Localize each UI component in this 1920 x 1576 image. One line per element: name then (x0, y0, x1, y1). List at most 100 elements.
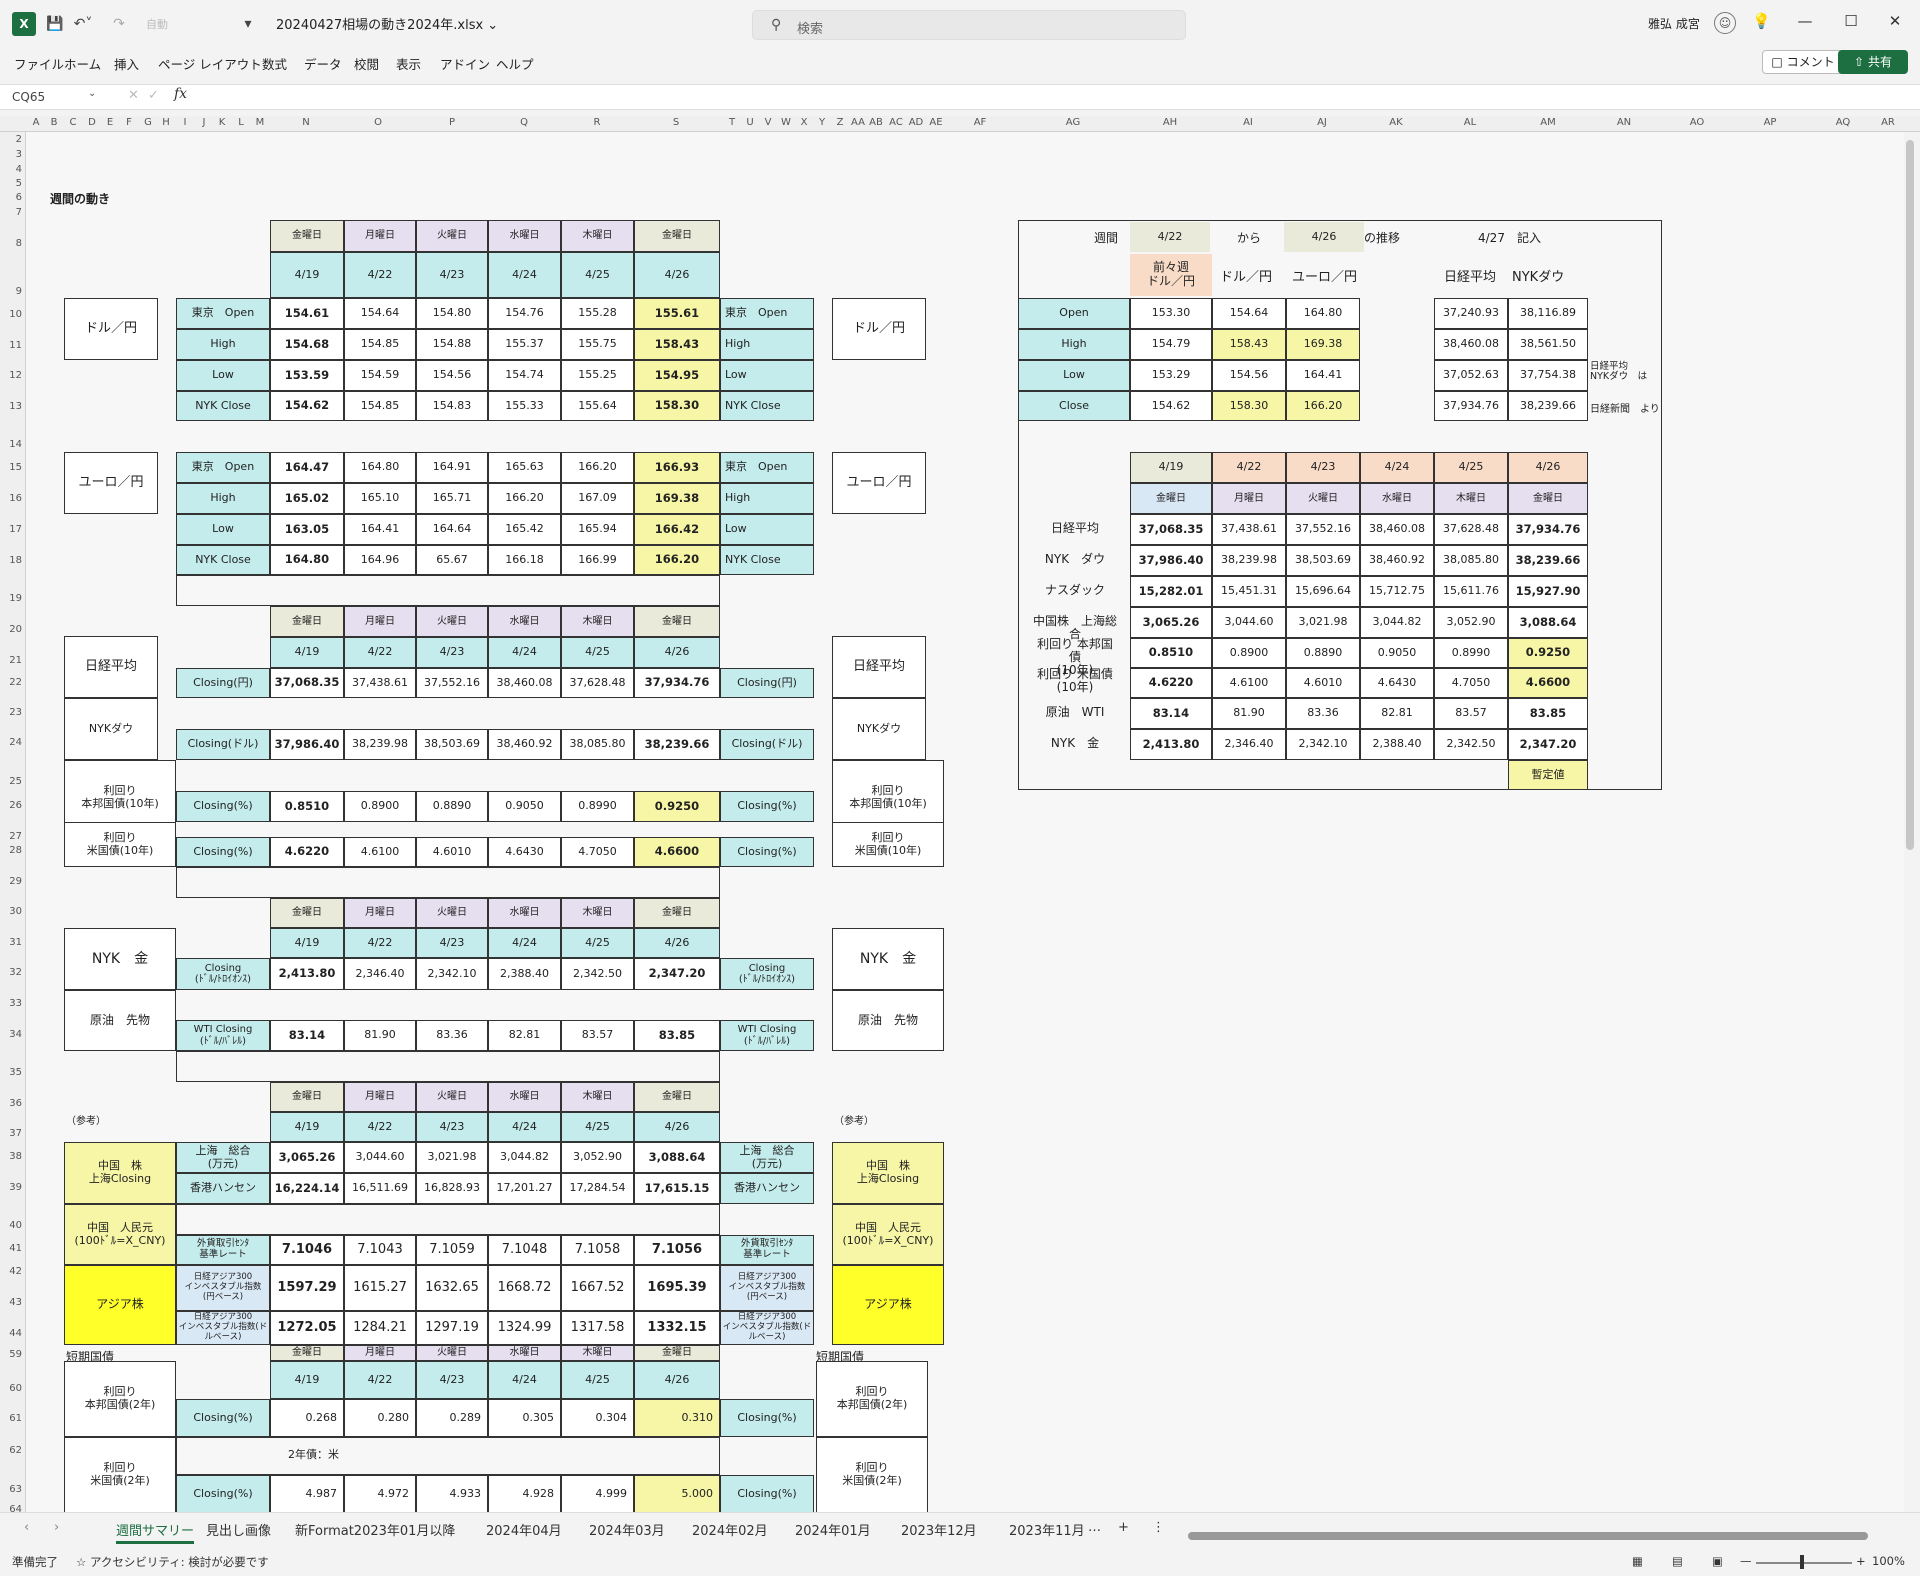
summary-table-cell[interactable]: 83.85 (1508, 698, 1588, 729)
value-cell[interactable]: 166.20 (561, 452, 634, 483)
value-cell[interactable]: 165.63 (488, 452, 561, 483)
date-header[interactable]: 4/26 (634, 1361, 720, 1399)
date-header[interactable]: 4/22 (344, 1361, 416, 1399)
row-header[interactable]: 34 (0, 1029, 22, 1040)
summary-table-cell[interactable]: 15,696.64 (1286, 576, 1360, 607)
value-cell[interactable]: 7.1048 (488, 1235, 561, 1265)
zoom-out-icon[interactable]: — (1740, 1554, 1752, 1568)
closing-label[interactable]: Closing(%) (176, 837, 270, 867)
row-header[interactable]: 62 (0, 1445, 22, 1456)
closing-label-right[interactable]: Closing(%) (720, 1475, 814, 1513)
value-cell[interactable]: 155.25 (561, 360, 634, 391)
row-header[interactable]: 20 (0, 624, 22, 635)
fx-row-label[interactable]: High (176, 483, 270, 514)
maximize-icon[interactable]: ☐ (1836, 12, 1866, 30)
value-cell[interactable]: 3,044.82 (488, 1142, 561, 1173)
label-ust10[interactable]: 利回り 米国債(10年) (64, 822, 176, 867)
label-nikkei-right[interactable]: 日経平均 (832, 636, 926, 698)
close-icon[interactable]: ✕ (1880, 12, 1910, 30)
row-header[interactable]: 12 (0, 370, 22, 381)
closing-label[interactable]: Closing(%) (176, 1475, 270, 1513)
label-nyk-dow-right[interactable]: NYKダウ (832, 698, 926, 760)
cny-rate-label[interactable]: 外貨取引ｾﾝﾀ 基準レート (176, 1235, 270, 1265)
day-header[interactable]: 火曜日 (416, 220, 488, 252)
provisional-badge[interactable]: 暫定値 (1508, 760, 1588, 790)
value-cell[interactable]: 1632.65 (416, 1265, 488, 1311)
search-box[interactable]: ⚲ 検索 (752, 10, 1186, 40)
window-title[interactable]: 20240427相場の動き2024年.xlsx ⌄ (276, 14, 498, 33)
normal-view-icon[interactable]: ▦ (1632, 1554, 1643, 1568)
value-cell[interactable]: 154.61 (270, 298, 344, 329)
row-header[interactable]: 14 (0, 439, 22, 450)
asia-yen-label-right[interactable]: 日経アジア300 インベスタブル指数 (円ベース) (720, 1265, 814, 1311)
day-header[interactable]: 木曜日 (561, 220, 634, 252)
value-cell[interactable]: 4.7050 (561, 837, 634, 867)
row-header[interactable]: 29 (0, 876, 22, 887)
column-header[interactable]: AN (1612, 117, 1636, 128)
fx-row-label[interactable]: Low (176, 514, 270, 545)
value-cell[interactable]: 154.76 (488, 298, 561, 329)
date-header[interactable]: 4/25 (561, 928, 634, 958)
value-cell[interactable]: 0.305 (488, 1399, 561, 1437)
value-cell[interactable]: 164.64 (416, 514, 488, 545)
save-icon[interactable]: 💾 (44, 12, 66, 36)
day-header[interactable]: 水曜日 (488, 1082, 561, 1112)
summary-index-cell[interactable]: 38,239.66 (1508, 391, 1588, 421)
value-cell[interactable]: 0.289 (416, 1399, 488, 1437)
summary-table-cell[interactable]: 0.9250 (1508, 638, 1588, 668)
row-header[interactable]: 19 (0, 593, 22, 604)
date-header[interactable]: 4/24 (488, 1112, 561, 1142)
summary-row-label[interactable]: Open (1018, 298, 1130, 329)
day-header[interactable]: 水曜日 (488, 606, 561, 637)
date-header[interactable]: 4/24 (488, 928, 561, 958)
value-cell[interactable]: 83.85 (634, 1020, 720, 1051)
summary-day-header[interactable]: 木曜日 (1434, 483, 1508, 514)
summary-day-header[interactable]: 火曜日 (1286, 483, 1360, 514)
tab-new-format[interactable]: 新Format2023年01月以降 (295, 1520, 455, 1539)
summary-table-cell[interactable]: 4.6600 (1508, 668, 1588, 698)
summary-day-header[interactable]: 金曜日 (1508, 483, 1588, 514)
summary-table-cell[interactable]: 38,460.92 (1360, 545, 1434, 576)
summary-index-cell[interactable]: 37,240.93 (1434, 298, 1508, 329)
value-cell[interactable]: 0.280 (344, 1399, 416, 1437)
value-cell[interactable]: 0.8890 (416, 791, 488, 822)
summary-table-cell[interactable]: 38,085.80 (1434, 545, 1508, 576)
day-header[interactable]: 木曜日 (561, 1082, 634, 1112)
row-header[interactable]: 9 (0, 286, 22, 297)
tab-heading-image[interactable]: 見出し画像 (206, 1520, 271, 1539)
fx-row-label-right[interactable]: NYK Close (720, 545, 814, 575)
tab-weekly-summary[interactable]: 週間サマリー (116, 1520, 195, 1544)
value-cell[interactable]: 4.6430 (488, 837, 561, 867)
value-cell[interactable]: 37,986.40 (270, 729, 344, 760)
label-nyk-dow[interactable]: NYKダウ (64, 698, 158, 760)
day-header[interactable]: 金曜日 (634, 606, 720, 637)
value-cell[interactable]: 37,438.61 (344, 668, 416, 698)
value-cell[interactable]: 2,346.40 (344, 958, 416, 990)
label-gold-right[interactable]: NYK 金 (832, 928, 944, 990)
check-icon[interactable]: ✓ (148, 88, 159, 103)
row-header[interactable]: 36 (0, 1098, 22, 1109)
label-usd-jpy-right[interactable]: ドル／円 (832, 298, 926, 360)
day-header[interactable]: 火曜日 (416, 1345, 488, 1361)
hk-label[interactable]: 香港ハンセン (176, 1173, 270, 1204)
value-cell[interactable]: 165.94 (561, 514, 634, 545)
summary-table-cell[interactable]: 3,065.26 (1130, 607, 1212, 638)
date-header[interactable]: 4/23 (416, 1112, 488, 1142)
column-header[interactable]: M (248, 117, 272, 128)
date-header[interactable]: 4/22 (344, 252, 416, 298)
tab-next-icon[interactable]: › (54, 1520, 59, 1535)
summary-table-cell[interactable]: 2,347.20 (1508, 729, 1588, 760)
value-cell[interactable]: 154.62 (270, 391, 344, 421)
date-header[interactable]: 4/26 (634, 1112, 720, 1142)
summary-fx-cell[interactable]: 164.80 (1286, 298, 1360, 329)
date-header[interactable]: 4/23 (416, 928, 488, 958)
fx-row-label[interactable]: NYK Close (176, 391, 270, 421)
value-cell[interactable]: 155.61 (634, 298, 720, 329)
column-header[interactable]: AL (1458, 117, 1482, 128)
date-header[interactable]: 4/22 (344, 1112, 416, 1142)
page-layout-view-icon[interactable]: ▤ (1672, 1554, 1683, 1568)
label-asia-stock[interactable]: アジア株 (64, 1265, 176, 1345)
oil-closing-label-right[interactable]: WTI Closing (ﾄﾞﾙ/ﾊﾞﾚﾙ) (720, 1020, 814, 1051)
closing-label[interactable]: Closing(ドル) (176, 729, 270, 760)
value-cell[interactable]: 165.10 (344, 483, 416, 514)
